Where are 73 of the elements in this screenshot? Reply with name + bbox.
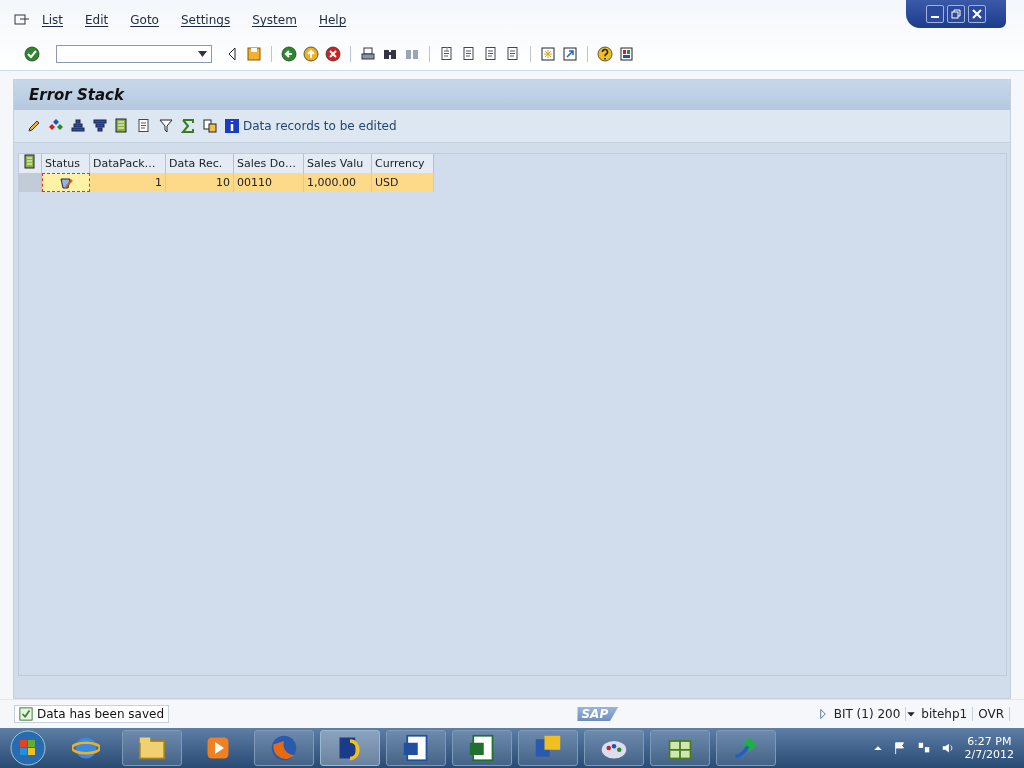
taskbar-button[interactable]: [320, 730, 380, 766]
logo: SAP: [577, 707, 619, 721]
enter-check-icon[interactable]: [24, 46, 40, 62]
command-field[interactable]: [56, 45, 212, 63]
play-icon: [206, 736, 230, 760]
clock-time: 6:27 PM: [967, 735, 1012, 748]
layout-icon[interactable]: [619, 46, 635, 62]
pencil-icon[interactable]: [26, 118, 42, 134]
filter-icon[interactable]: [158, 118, 174, 134]
table-cell: 00110: [234, 173, 304, 192]
table-cell: 1,000.00: [304, 173, 372, 192]
column-header[interactable]: Sales Valu: [304, 154, 372, 173]
info-text[interactable]: Data records to be edited: [243, 119, 397, 133]
caret-icon[interactable]: [198, 51, 207, 57]
menu-item[interactable]: Goto: [130, 13, 159, 27]
next-page-icon[interactable]: [483, 46, 499, 62]
print-icon[interactable]: [360, 46, 376, 62]
input-mode: OVR: [973, 707, 1010, 721]
menu-item[interactable]: List: [42, 13, 63, 27]
table-cell: USD: [372, 173, 434, 192]
help-icon[interactable]: [597, 46, 613, 62]
new-window-icon[interactable]: [540, 46, 556, 62]
list-icon[interactable]: [136, 118, 152, 134]
screen-title: Error Stack: [29, 86, 124, 104]
taskbar-button[interactable]: [386, 730, 446, 766]
sigma-icon[interactable]: [180, 118, 196, 134]
taskbar-button[interactable]: [452, 730, 512, 766]
taskbar-button[interactable]: [584, 730, 644, 766]
save-icon[interactable]: [246, 46, 262, 62]
menu-item[interactable]: Edit: [85, 13, 109, 27]
spreadsheet-icon: [468, 734, 496, 762]
taskbar-button[interactable]: [518, 730, 578, 766]
first-page-icon[interactable]: [439, 46, 455, 62]
cancel-icon[interactable]: [325, 46, 341, 62]
check-icon: [19, 707, 33, 721]
server-name: bitehp1: [916, 707, 974, 721]
close-icon: [972, 9, 982, 19]
copy-icon[interactable]: [202, 118, 218, 134]
column-header[interactable]: Sales Do…: [234, 154, 304, 173]
minimize-button[interactable]: [926, 5, 944, 23]
menu-icon[interactable]: [14, 12, 30, 28]
last-page-icon[interactable]: [505, 46, 521, 62]
message-text: Data has been saved: [37, 707, 164, 721]
minimize-icon: [931, 16, 939, 18]
restore-icon: [951, 9, 961, 19]
back-icon[interactable]: [281, 46, 297, 62]
sort-descending-icon[interactable]: [92, 118, 108, 134]
previous-page-icon[interactable]: [461, 46, 477, 62]
table-cell: 10: [166, 173, 234, 192]
dropdown-icon[interactable]: [906, 709, 917, 719]
list-settings-icon[interactable]: [114, 118, 130, 134]
table-cell: 1: [90, 173, 166, 192]
list-settings-icon: [22, 154, 38, 170]
taskbar-button[interactable]: [650, 730, 710, 766]
menu-item[interactable]: Settings: [180, 13, 231, 27]
flag-icon[interactable]: [892, 741, 907, 755]
taskbar-button[interactable]: [122, 730, 182, 766]
menu-item[interactable]: Help: [318, 13, 347, 27]
system-info: BIT (1) 200: [828, 707, 907, 721]
column-header[interactable]: Currency: [372, 154, 434, 173]
clock-date: 2/7/2012: [964, 748, 1014, 761]
shortcut-icon[interactable]: [562, 46, 578, 62]
speaker-icon[interactable]: [940, 741, 955, 755]
menu-item[interactable]: System: [252, 13, 297, 27]
restore-button[interactable]: [947, 5, 965, 23]
network-icon[interactable]: [916, 741, 931, 755]
column-header[interactable]: Status: [42, 154, 90, 173]
layout-button[interactable]: [19, 154, 42, 173]
sort-ascending-icon[interactable]: [70, 118, 86, 134]
column-header[interactable]: DataPack…: [90, 154, 166, 173]
info-icon[interactable]: [224, 118, 240, 134]
close-button[interactable]: [968, 5, 986, 23]
column-header[interactable]: Data Rec.: [166, 154, 234, 173]
